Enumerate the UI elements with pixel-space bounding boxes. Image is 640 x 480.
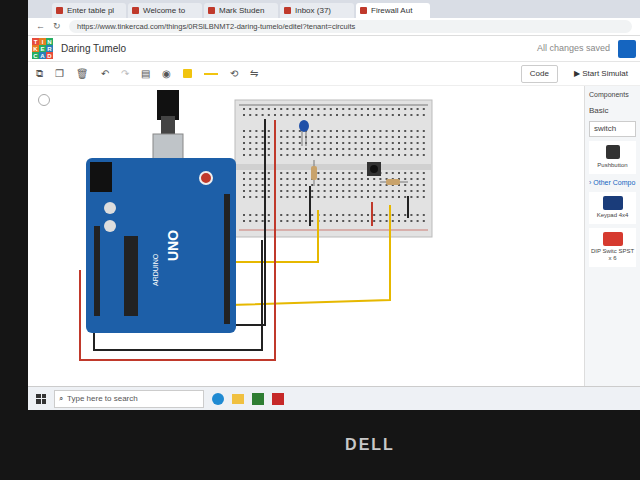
browser-tab[interactable]: Enter table pl — [52, 3, 126, 18]
copy-icon[interactable]: ⧉ — [36, 66, 43, 81]
wire[interactable] — [80, 120, 275, 360]
code-button[interactable]: Code — [521, 65, 558, 83]
favicon-icon — [132, 7, 139, 14]
taskbar: ⌕Type here to search — [28, 386, 640, 410]
workspace: UNO ARDUINO Components Basic switch Pushbutto… — [28, 86, 640, 386]
rotate-icon[interactable]: ⟲ — [230, 66, 238, 81]
section-title[interactable]: › Other Compo — [589, 178, 636, 189]
tinkercad-logo[interactable]: TINKERCAD — [32, 38, 53, 59]
start-simulation-button[interactable]: ▶ Start Simulat — [570, 66, 632, 82]
resistor[interactable] — [380, 179, 408, 185]
panel-title: Components — [589, 90, 636, 101]
favicon-icon — [208, 7, 215, 14]
browser-tab-bar: Enter table plWelcome toMark StudenInbox… — [28, 0, 640, 18]
save-status: All changes saved — [537, 42, 610, 56]
url-field[interactable]: https://www.tinkercad.com/things/0RSlLBN… — [69, 20, 632, 33]
favicon-icon — [360, 7, 367, 14]
brand-logo: DELL — [345, 433, 395, 457]
board-model: UNO — [165, 230, 181, 261]
search-field[interactable]: switch — [589, 121, 636, 137]
resistor[interactable] — [311, 160, 317, 186]
category-select[interactable]: Basic — [589, 105, 636, 117]
toolbar: ⧉ ❐ 🗑 ↶ ↷ ▤ ◉ ⟲ ⇋ Code ▶ Start Simulat — [28, 62, 640, 86]
redo-icon[interactable]: ↷ — [121, 66, 129, 81]
design-title[interactable]: Daring Tumelo — [61, 41, 126, 56]
led[interactable] — [299, 120, 309, 146]
arduino-board[interactable]: UNO ARDUINO — [86, 90, 236, 333]
component-icon — [603, 196, 623, 210]
components-panel: Components Basic switch Pushbutton › Other C… — [584, 86, 640, 386]
address-bar: ← ↻ https://www.tinkercad.com/things/0RSlL… — [28, 18, 640, 36]
component-card[interactable]: Keypad 4x4 — [589, 192, 636, 224]
fit-view-icon[interactable] — [38, 94, 50, 106]
edge-icon[interactable] — [212, 393, 224, 405]
back-icon[interactable]: ← — [36, 20, 45, 34]
flip-icon[interactable]: ⇋ — [250, 66, 258, 81]
undo-icon[interactable]: ↶ — [101, 66, 109, 81]
component-icon — [603, 232, 623, 246]
paste-icon[interactable]: ❐ — [55, 66, 64, 81]
notes-icon[interactable]: ▤ — [141, 66, 150, 81]
color-swatch-icon[interactable] — [183, 69, 192, 78]
app-icon[interactable] — [252, 393, 264, 405]
browser-tab[interactable]: Welcome to — [128, 3, 202, 18]
board-name: ARDUINO — [152, 253, 159, 286]
app-icon[interactable] — [272, 393, 284, 405]
favicon-icon — [284, 7, 291, 14]
favicon-icon — [56, 7, 63, 14]
reload-icon[interactable]: ↻ — [53, 20, 61, 34]
pushbutton-icon — [606, 145, 620, 159]
app-header: TINKERCAD Daring Tumelo All changes saved — [28, 36, 640, 62]
laptop-bezel: DELL — [0, 410, 640, 480]
component-card[interactable]: Pushbutton — [589, 141, 636, 174]
circuit-drawing: UNO ARDUINO — [28, 86, 584, 386]
browser-tab[interactable]: Inbox (37) — [280, 3, 354, 18]
wire[interactable] — [222, 210, 318, 262]
windows-start-icon[interactable] — [36, 394, 46, 404]
circuit-canvas[interactable]: UNO ARDUINO — [28, 86, 584, 386]
taskbar-search[interactable]: ⌕Type here to search — [54, 390, 204, 408]
wire-type-icon[interactable] — [204, 73, 218, 75]
wire[interactable] — [232, 119, 265, 325]
pushbutton[interactable] — [367, 162, 381, 176]
photo: Enter table plWelcome toMark StudenInbox… — [0, 0, 640, 480]
component-card[interactable]: DIP Switc SPST x 6 — [589, 228, 636, 267]
laptop-screen: Enter table plWelcome toMark StudenInbox… — [28, 0, 640, 410]
search-icon: ⌕ — [59, 393, 63, 405]
explorer-icon[interactable] — [232, 394, 244, 404]
browser-tab[interactable]: Firewall Aut — [356, 3, 430, 18]
browser-tab[interactable]: Mark Studen — [204, 3, 278, 18]
account-icon[interactable] — [618, 40, 636, 58]
delete-icon[interactable]: 🗑 — [76, 66, 89, 81]
view-icon[interactable]: ◉ — [162, 66, 171, 81]
wire[interactable] — [230, 205, 390, 305]
